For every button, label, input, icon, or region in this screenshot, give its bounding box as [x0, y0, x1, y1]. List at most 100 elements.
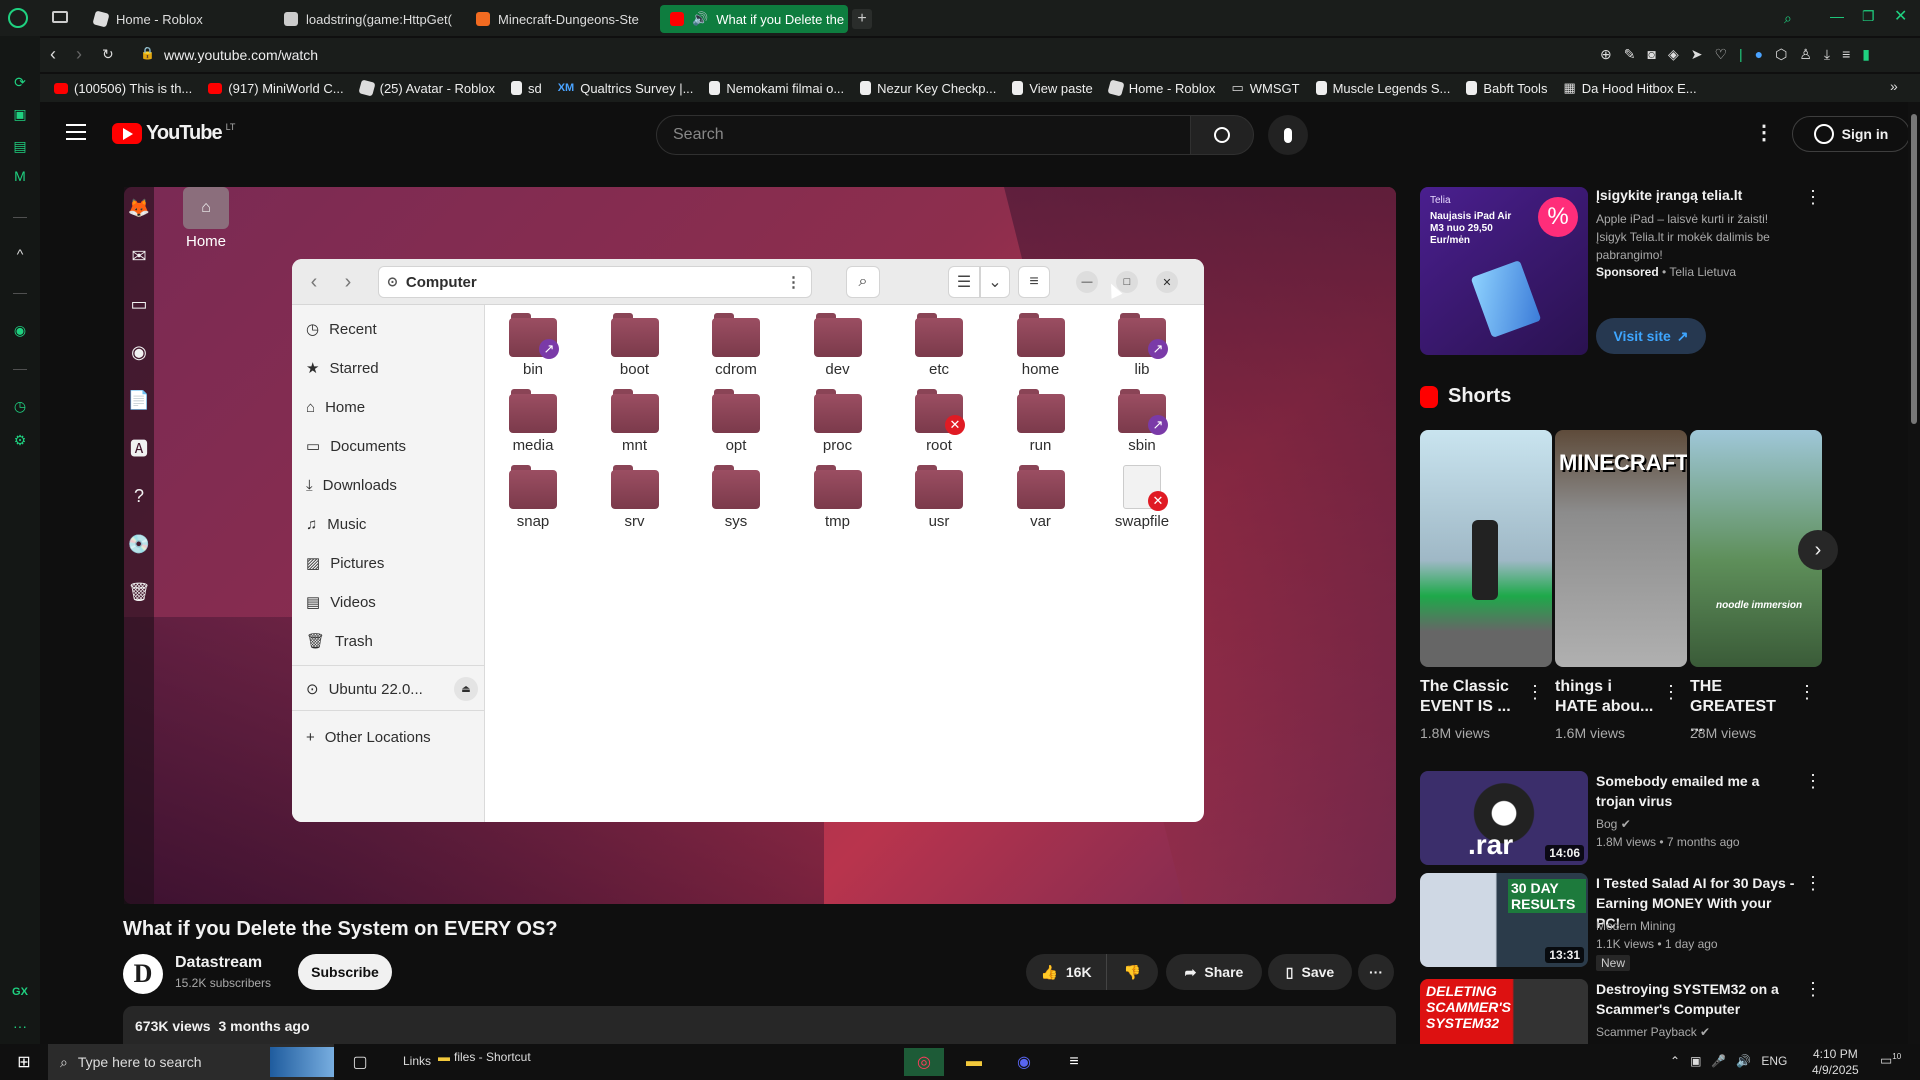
help-icon[interactable]: ? [124, 481, 154, 511]
back-icon[interactable]: ‹ [50, 44, 56, 65]
like-button[interactable]: 👍 16K [1026, 954, 1106, 990]
sidebar-item-documents[interactable]: ▭ Documents [306, 434, 406, 458]
search-input[interactable]: Search [656, 115, 1191, 155]
volume-icon[interactable]: 🔊 [1736, 1054, 1751, 1068]
twitch-icon[interactable]: ▣ [10, 104, 30, 124]
folder-item[interactable]: tmp [798, 465, 878, 530]
folder-item[interactable]: ↗ sbin [1102, 389, 1182, 454]
folder-item[interactable]: snap [493, 465, 573, 530]
ad-menu-icon[interactable]: ⋮ [1804, 187, 1822, 208]
main-menu-icon[interactable]: ≡ [1018, 266, 1050, 298]
channel-avatar[interactable]: D [123, 954, 163, 994]
folder-item[interactable]: mnt [595, 389, 675, 454]
back-icon[interactable]: ‹ [298, 266, 330, 298]
recommendation-item[interactable]: .rar 14:06 Somebody emailed me a trojan … [1420, 771, 1830, 865]
discord-icon[interactable]: ◉ [1004, 1048, 1044, 1076]
vpn-icon[interactable]: ◈ [1668, 46, 1679, 63]
list-view-icon[interactable]: ☰ [948, 266, 980, 298]
sidebar-item-music[interactable]: ♫ Music [306, 512, 366, 536]
folder-item[interactable]: media [493, 389, 573, 454]
video-thumbnail[interactable]: .rar 14:06 [1420, 771, 1588, 865]
subscribe-button[interactable]: Subscribe [298, 954, 392, 990]
sidebar-item-other-locations[interactable]: + Other Locations [306, 725, 431, 749]
bookmark-item[interactable]: ▦ Da Hood Hitbox E... [1557, 80, 1702, 96]
player-icon[interactable]: ◉ [10, 320, 30, 340]
search-button[interactable] [1190, 115, 1254, 155]
scrollbar-thumb[interactable] [1911, 114, 1917, 424]
tab-loadstring[interactable]: loadstring(game:HttpGet( [274, 5, 454, 33]
extension-icon[interactable]: ● [1755, 46, 1763, 63]
close-button[interactable]: ✕ [1156, 271, 1178, 293]
new-tab-button[interactable]: + [852, 9, 872, 29]
gx-control-icon[interactable]: ⟳ [10, 72, 30, 92]
search-tabs-icon[interactable]: ⌕ [1784, 10, 1792, 27]
settings-gear-icon[interactable]: ⚙ [10, 430, 30, 450]
recommendation-item[interactable]: DELETING SCAMMER'S SYSTEM32 Destroying S… [1420, 975, 1830, 1044]
folder-item[interactable]: opt [696, 389, 776, 454]
more-sidebar-icon[interactable]: ··· [10, 1016, 30, 1036]
path-menu-icon[interactable]: ⋮ [786, 273, 801, 291]
bookmark-item[interactable]: sd [505, 81, 548, 96]
bookmark-item[interactable]: (25) Avatar - Roblox [354, 79, 501, 97]
rhythmbox-icon[interactable]: ◉ [124, 337, 154, 367]
lock-icon[interactable]: 🔒 [140, 46, 155, 60]
app-center-icon[interactable]: 🅰 [124, 433, 154, 463]
firefox-icon[interactable]: 🦊 [124, 193, 154, 223]
menu-icon[interactable]: ≡ [1842, 46, 1850, 63]
bookmark-item[interactable]: XM Qualtrics Survey |... [552, 81, 700, 96]
thunderbird-icon[interactable]: ✉ [124, 241, 154, 271]
sidebar-item-recent[interactable]: ◷ Recent [306, 317, 377, 341]
maximize-window-button[interactable]: ❐ [1862, 8, 1875, 25]
short-thumbnail[interactable] [1420, 430, 1552, 667]
sidebar-item-trash[interactable]: 🗑 Trash [306, 629, 373, 653]
video-thumbnail[interactable]: DELETING SCAMMER'S SYSTEM32 [1420, 979, 1588, 1044]
disc-icon[interactable]: 💿 [124, 529, 154, 559]
snapshot-icon[interactable]: ◙ [1647, 46, 1655, 63]
voice-search-button[interactable] [1268, 115, 1308, 155]
tab-youtube-active[interactable]: 🔊 What if you Delete the [660, 5, 848, 33]
files-shortcut[interactable]: ▬ files - Shortcut [438, 1050, 531, 1064]
trash-icon[interactable]: 🗑 [124, 577, 154, 607]
short-thumbnail[interactable]: MINECRAFT [1555, 430, 1687, 667]
desktop-home-icon[interactable]: ⌂ Home [178, 187, 234, 250]
profile-icon[interactable]: ♙ [1799, 46, 1812, 63]
sidebar-item-home[interactable]: ⌂ Home [306, 395, 365, 419]
recommendation-item[interactable]: 30 DAY RESULTS 13:31 I Tested Salad AI f… [1420, 873, 1830, 971]
folder-item[interactable]: srv [595, 465, 675, 530]
ad-image[interactable]: Telia Naujasis iPad Air M3 nuo 29,50 Eur… [1420, 187, 1588, 355]
folder-item[interactable]: ↗ bin [493, 313, 573, 378]
bookmark-item[interactable]: Home - Roblox [1103, 79, 1222, 97]
bookmark-item[interactable]: Nemokami filmai o... [703, 81, 850, 96]
gx-corner-icon[interactable]: ▤ [10, 136, 30, 156]
youtube-logo[interactable]: YouTube LT [112, 122, 235, 145]
folder-item[interactable]: usr [899, 465, 979, 530]
folder-item[interactable]: boot [595, 313, 675, 378]
opera-logo-icon[interactable] [8, 8, 28, 28]
hamburger-menu-icon[interactable] [66, 124, 86, 140]
search-icon[interactable]: ⌕ [846, 266, 880, 298]
language-indicator[interactable]: ENG [1761, 1054, 1787, 1068]
description-box[interactable]: 673K views 3 months ago [123, 1006, 1396, 1046]
messenger-icon[interactable]: M [10, 166, 30, 186]
forward-icon[interactable]: › [332, 266, 364, 298]
folder-item[interactable]: run [1001, 389, 1081, 454]
folder-item[interactable]: sys [696, 465, 776, 530]
folder-item[interactable]: ✕ root [899, 389, 979, 454]
windows-start-icon[interactable]: ⊞ [4, 1048, 44, 1076]
shorts-next-button[interactable]: › [1798, 530, 1838, 570]
eject-icon[interactable]: ⏏ [454, 677, 478, 701]
video-thumbnail[interactable]: 30 DAY RESULTS 13:31 [1420, 873, 1588, 967]
speaker-icon[interactable]: 🔊 [692, 11, 708, 27]
send-icon[interactable]: ➤ [1691, 46, 1703, 63]
short-title[interactable]: The Classic EVENT IS ... [1420, 677, 1520, 717]
folder-item[interactable]: home [1001, 313, 1081, 378]
heart-icon[interactable]: ♡ [1714, 46, 1727, 63]
files-app-icon[interactable]: ▭ [124, 289, 154, 319]
page-scrollbar[interactable] [1908, 102, 1920, 1044]
visit-site-button[interactable]: Visit site ↗ [1596, 318, 1706, 354]
minimize-button[interactable]: — [1076, 271, 1098, 293]
opera-gx-taskbar-icon[interactable]: ◎ [904, 1048, 944, 1076]
sidebar-item-downloads[interactable]: ⤓ Downloads [306, 473, 397, 497]
sidebar-item-starred[interactable]: ★ Starred [306, 356, 379, 380]
folder-item[interactable]: etc [899, 313, 979, 378]
